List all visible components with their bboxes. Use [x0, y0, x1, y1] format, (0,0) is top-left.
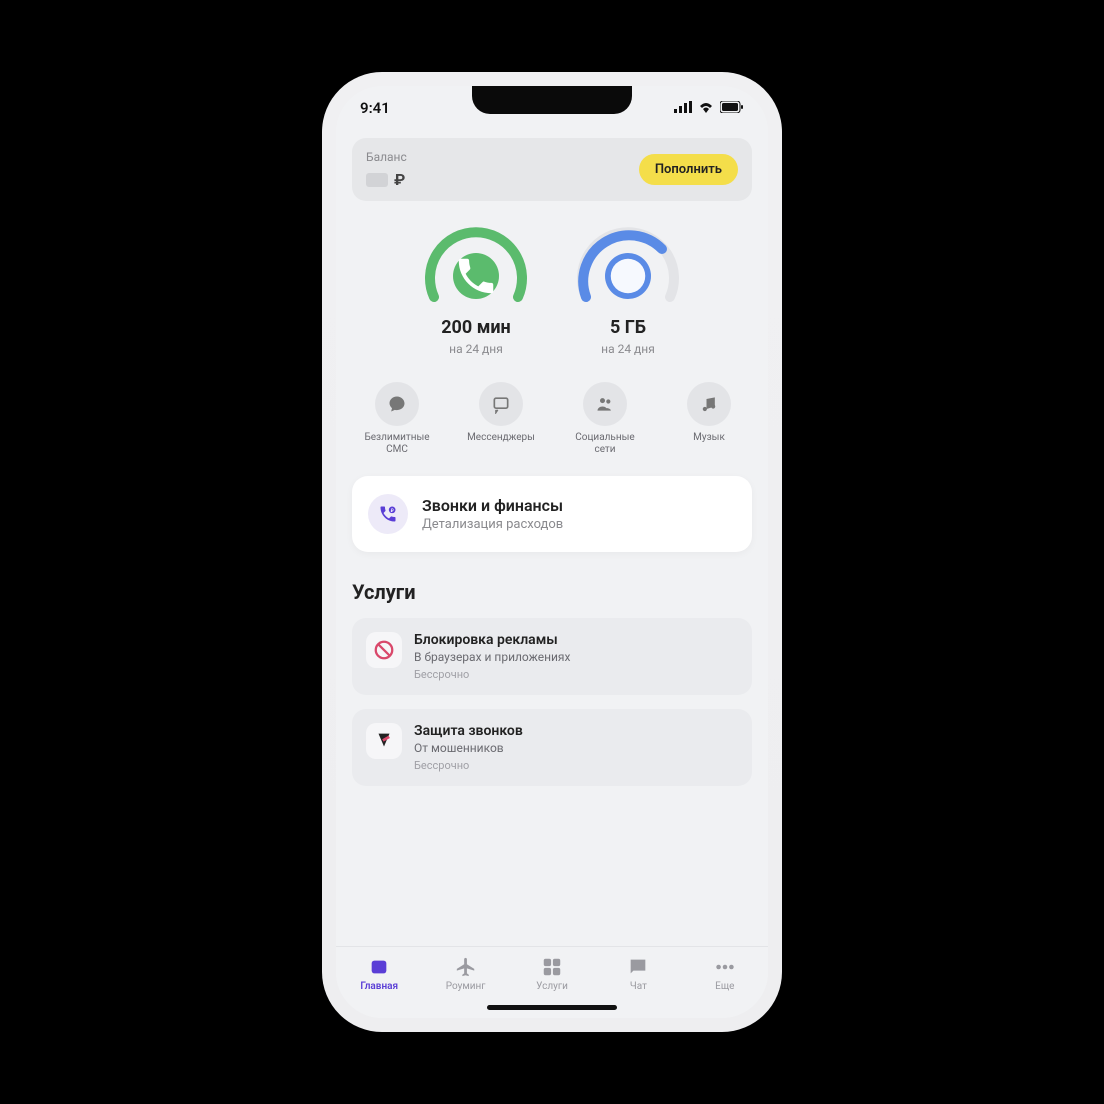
service-callprotect-meta: Бессрочно — [414, 759, 523, 772]
tab-services[interactable]: Услуги — [509, 955, 595, 992]
phone-ruble-icon: ₽ — [368, 494, 408, 534]
tab-home[interactable]: Главная — [336, 955, 422, 992]
tab-roaming-label: Роуминг — [446, 981, 486, 992]
chat-icon — [375, 382, 419, 426]
phone-icon — [453, 253, 499, 299]
gauge-minutes[interactable]: 200 мин на 24 дня — [416, 223, 536, 356]
topup-button[interactable]: Пополнить — [639, 154, 738, 185]
message-icon — [479, 382, 523, 426]
services-heading: Услуги — [352, 580, 752, 604]
quick-options-row[interactable]: Безлимитные СМС Мессенджеры Социальные с… — [352, 382, 752, 456]
gauge-data[interactable]: 5 ГБ на 24 дня — [568, 223, 688, 356]
phone-frame: 9:41 Баланс ₽ — [322, 72, 782, 1032]
service-callprotect-text: Защита звонков От мошенников Бессрочно — [414, 723, 523, 772]
globe-icon — [605, 253, 651, 299]
service-callprotect[interactable]: Защита звонков От мошенников Бессрочно — [352, 709, 752, 786]
quick-music[interactable]: Музык — [668, 382, 750, 456]
quick-sms[interactable]: Безлимитные СМС — [356, 382, 438, 456]
quick-social-label: Социальные сети — [564, 432, 646, 456]
balance-value: ₽ — [366, 170, 407, 189]
chat-tab-icon — [626, 955, 650, 979]
content[interactable]: Баланс ₽ Пополнить — [336, 130, 768, 946]
service-adblock-sub: В браузерах и приложениях — [414, 650, 570, 664]
gauges-row: 200 мин на 24 дня 5 ГБ на 24 дня — [352, 223, 752, 356]
service-adblock-meta: Бессрочно — [414, 668, 570, 681]
gauge-data-sub: на 24 дня — [601, 342, 655, 356]
screen: 9:41 Баланс ₽ — [336, 86, 768, 1018]
service-adblock-text: Блокировка рекламы В браузерах и приложе… — [414, 632, 570, 681]
tab-roaming[interactable]: Роуминг — [422, 955, 508, 992]
service-adblock[interactable]: Блокировка рекламы В браузерах и приложе… — [352, 618, 752, 695]
tab-chat[interactable]: Чат — [595, 955, 681, 992]
grid-icon — [540, 955, 564, 979]
signal-icon — [674, 99, 692, 117]
service-callprotect-title: Защита звонков — [414, 723, 523, 739]
status-time: 9:41 — [360, 99, 390, 117]
gauge-minutes-value: 200 мин — [441, 317, 511, 338]
block-icon — [366, 632, 402, 668]
people-icon — [583, 382, 627, 426]
quick-messengers-label: Мессенджеры — [467, 432, 535, 444]
quick-messengers[interactable]: Мессенджеры — [460, 382, 542, 456]
finance-card-title: Звонки и финансы — [422, 496, 563, 515]
finance-card-text: Звонки и финансы Детализация расходов — [422, 496, 563, 532]
finance-card[interactable]: ₽ Звонки и финансы Детализация расходов — [352, 476, 752, 552]
balance-info: Баланс ₽ — [366, 150, 407, 189]
more-icon — [713, 955, 737, 979]
music-icon — [687, 382, 731, 426]
quick-social[interactable]: Социальные сети — [564, 382, 646, 456]
home-icon — [367, 955, 391, 979]
balance-card[interactable]: Баланс ₽ Пополнить — [352, 138, 752, 201]
tab-services-label: Услуги — [536, 981, 568, 992]
balance-currency: ₽ — [394, 170, 405, 189]
gauge-minutes-sub: на 24 дня — [449, 342, 503, 356]
tab-home-label: Главная — [360, 981, 398, 992]
service-callprotect-sub: От мошенников — [414, 741, 523, 755]
plane-icon — [454, 955, 478, 979]
shield-icon — [366, 723, 402, 759]
status-icons — [674, 99, 744, 117]
balance-mask — [366, 173, 388, 187]
tab-more-label: Еще — [715, 981, 734, 992]
svg-text:₽: ₽ — [391, 509, 394, 514]
balance-label: Баланс — [366, 150, 407, 164]
service-adblock-title: Блокировка рекламы — [414, 632, 570, 648]
quick-music-label: Музык — [693, 432, 725, 444]
battery-icon — [720, 99, 744, 117]
tab-chat-label: Чат — [630, 981, 647, 992]
finance-card-sub: Детализация расходов — [422, 517, 563, 532]
gauge-data-value: 5 ГБ — [610, 317, 646, 338]
tab-more[interactable]: Еще — [682, 955, 768, 992]
home-indicator[interactable] — [487, 1005, 617, 1010]
notch — [472, 86, 632, 114]
wifi-icon — [698, 99, 714, 117]
quick-sms-label: Безлимитные СМС — [356, 432, 438, 456]
